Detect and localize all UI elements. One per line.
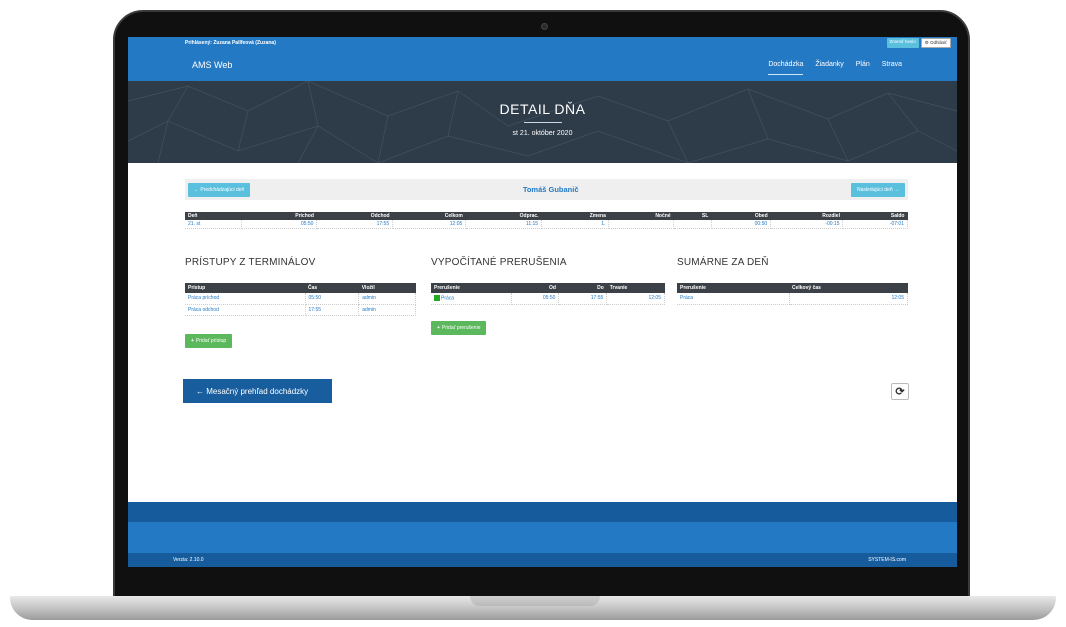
column-header: Od xyxy=(511,283,559,293)
camera-icon xyxy=(541,23,548,30)
table-header-row: Prerušenie Od Do Trvanie xyxy=(431,283,665,293)
main-nav: Dochádzka Žiadanky Plán Strava xyxy=(768,55,902,75)
change-password-button[interactable]: Zmeniť heslo xyxy=(886,37,919,48)
top-bar: Prihlásený: Zuzana Pallfeová (Zuzana) Zm… xyxy=(128,37,957,48)
prerusenia-table: Prerušenie Od Do Trvanie Práca 05:50 17:… xyxy=(431,283,665,305)
column-header: Nočné xyxy=(608,212,674,220)
employee-bar: ← Predchádzajúci deň Tomáš Gubanič Nasle… xyxy=(185,179,908,200)
table-cell: -00:15 xyxy=(770,220,844,229)
sumarne-table: Prerušenie Celkový čas Práca 12:05 xyxy=(677,283,908,305)
title-divider xyxy=(524,122,562,123)
column-header: Zmena xyxy=(541,212,609,220)
table-cell: Práca odchod xyxy=(185,304,306,316)
section-title-prerusenia: VYPOČÍTANÉ PRERUŠENIA xyxy=(431,257,567,268)
footer-middle-band xyxy=(128,522,957,553)
cell-text: Práca xyxy=(441,295,455,302)
column-header: Rozdiel xyxy=(770,212,843,220)
brand[interactable]: AMS Web xyxy=(192,60,232,70)
table-cell: 17:55 xyxy=(558,293,608,305)
refresh-icon: ⟳ xyxy=(895,386,905,398)
column-header: Prístup xyxy=(185,283,305,293)
hero-banner: DETAIL DŇA st 21. október 2020 xyxy=(128,81,957,163)
footer-top-band xyxy=(128,502,957,522)
nav-item-plan[interactable]: Plán xyxy=(856,55,870,75)
table-cell: 12:05 xyxy=(789,293,908,305)
page-title: DETAIL DŇA xyxy=(499,101,586,117)
footer: Verzia: 2.10.0 SYSTEM-IS.com xyxy=(128,553,957,567)
table-cell xyxy=(608,220,675,229)
table-cell: Práca xyxy=(677,293,790,305)
day-summary-table: Deň Príchod Odchod Celkom Odprac. Zmena … xyxy=(185,212,908,229)
table-header-row: Prerušenie Celkový čas xyxy=(677,283,908,293)
page-date: st 21. október 2020 xyxy=(512,130,573,137)
laptop-notch xyxy=(470,596,600,606)
logged-user: Prihlásený: Zuzana Pallfeová (Zuzana) xyxy=(185,39,276,46)
table-header-row: Prístup Čas Vložil xyxy=(185,283,416,293)
table-cell: Práca xyxy=(431,293,512,305)
column-header: Celkom xyxy=(392,212,466,220)
table-cell: admin xyxy=(358,293,416,305)
nav-item-ziadanky[interactable]: Žiadanky xyxy=(815,55,843,75)
employee-name: Tomáš Gubanič xyxy=(522,185,579,194)
add-access-label: Pridať prístup xyxy=(195,338,227,344)
column-header: Prerušenie xyxy=(677,283,789,293)
column-header: Trvanie xyxy=(606,283,665,293)
table-cell: 17:55 xyxy=(316,220,394,229)
logout-button[interactable]: ⚙ Odhlásiť xyxy=(920,37,951,48)
table-header-row: Deň Príchod Odchod Celkom Odprac. Zmena … xyxy=(185,212,908,220)
table-cell: admin xyxy=(358,304,416,316)
column-header: Príchod xyxy=(241,212,317,220)
add-interruption-label: Pridať prerušenie xyxy=(441,325,481,331)
logout-label: Odhlásiť xyxy=(930,39,947,45)
column-header: Celkový čas xyxy=(789,283,908,293)
table-row[interactable]: 21. st 05:50 17:55 12:05 11:15 1. 00:50 … xyxy=(185,220,908,229)
column-header: Deň xyxy=(185,212,242,220)
table-cell: -07:01 xyxy=(842,220,908,229)
plus-icon: + xyxy=(191,338,194,344)
column-header: SL xyxy=(673,212,712,220)
table-cell: 11:15 xyxy=(465,220,543,229)
column-header: Prerušenie xyxy=(431,283,511,293)
section-title-pristupy: PRÍSTUPY Z TERMINÁLOV xyxy=(185,257,316,268)
table-row[interactable]: Práca príchod 05:50 admin xyxy=(185,293,416,305)
refresh-button[interactable]: ⟳ xyxy=(891,383,909,400)
table-cell: 1. xyxy=(541,220,610,229)
pristupy-table: Prístup Čas Vložil Práca príchod 05:50 a… xyxy=(185,283,416,316)
table-cell: 12:05 xyxy=(392,220,467,229)
column-header: Odprac. xyxy=(465,212,542,220)
table-cell: 05:50 xyxy=(305,293,360,305)
screen: Prihlásený: Zuzana Pallfeová (Zuzana) Zm… xyxy=(128,37,957,567)
column-header: Odchod xyxy=(316,212,393,220)
add-access-button[interactable]: + Pridať prístup xyxy=(185,334,233,348)
nav-item-strava[interactable]: Strava xyxy=(882,55,902,75)
column-header: Saldo xyxy=(842,212,908,220)
nav-item-dochadzka[interactable]: Dochádzka xyxy=(768,55,804,75)
monthly-overview-button[interactable]: ← Mesačný prehľad dochádzky xyxy=(183,379,332,403)
work-marker-icon xyxy=(434,295,440,302)
next-day-button[interactable]: Nasledujúci deň → xyxy=(851,182,905,197)
table-cell: 12:05 xyxy=(606,293,665,305)
table-row[interactable]: Práca 05:50 17:55 12:05 xyxy=(431,293,665,305)
navbar: AMS Web Dochádzka Žiadanky Plán Strava xyxy=(128,48,957,81)
company-link[interactable]: SYSTEM-IS.com xyxy=(868,557,906,563)
section-title-sumarne: SUMÁRNE ZA DEŇ xyxy=(677,257,769,268)
column-header: Vložil xyxy=(358,283,416,293)
table-cell: 17:55 xyxy=(305,304,360,316)
column-header: Do xyxy=(558,283,607,293)
column-header: Obed xyxy=(711,212,771,220)
table-cell: Práca príchod xyxy=(185,293,306,305)
table-cell xyxy=(673,220,712,229)
table-cell: 05:50 xyxy=(241,220,318,229)
table-cell: 05:50 xyxy=(511,293,560,305)
column-header: Čas xyxy=(305,283,359,293)
account-actions: Zmeniť heslo ⚙ Odhlásiť xyxy=(886,37,951,48)
plus-icon: + xyxy=(437,325,440,331)
add-interruption-button[interactable]: + Pridať prerušenie xyxy=(431,321,487,335)
version-label: Verzia: 2.10.0 xyxy=(173,557,204,563)
table-row[interactable]: Práca odchod 17:55 admin xyxy=(185,304,416,316)
table-cell: 21. st xyxy=(185,220,243,229)
table-cell: 00:50 xyxy=(711,220,772,229)
table-row[interactable]: Práca 12:05 xyxy=(677,293,908,305)
previous-day-button[interactable]: ← Predchádzajúci deň xyxy=(188,182,251,197)
